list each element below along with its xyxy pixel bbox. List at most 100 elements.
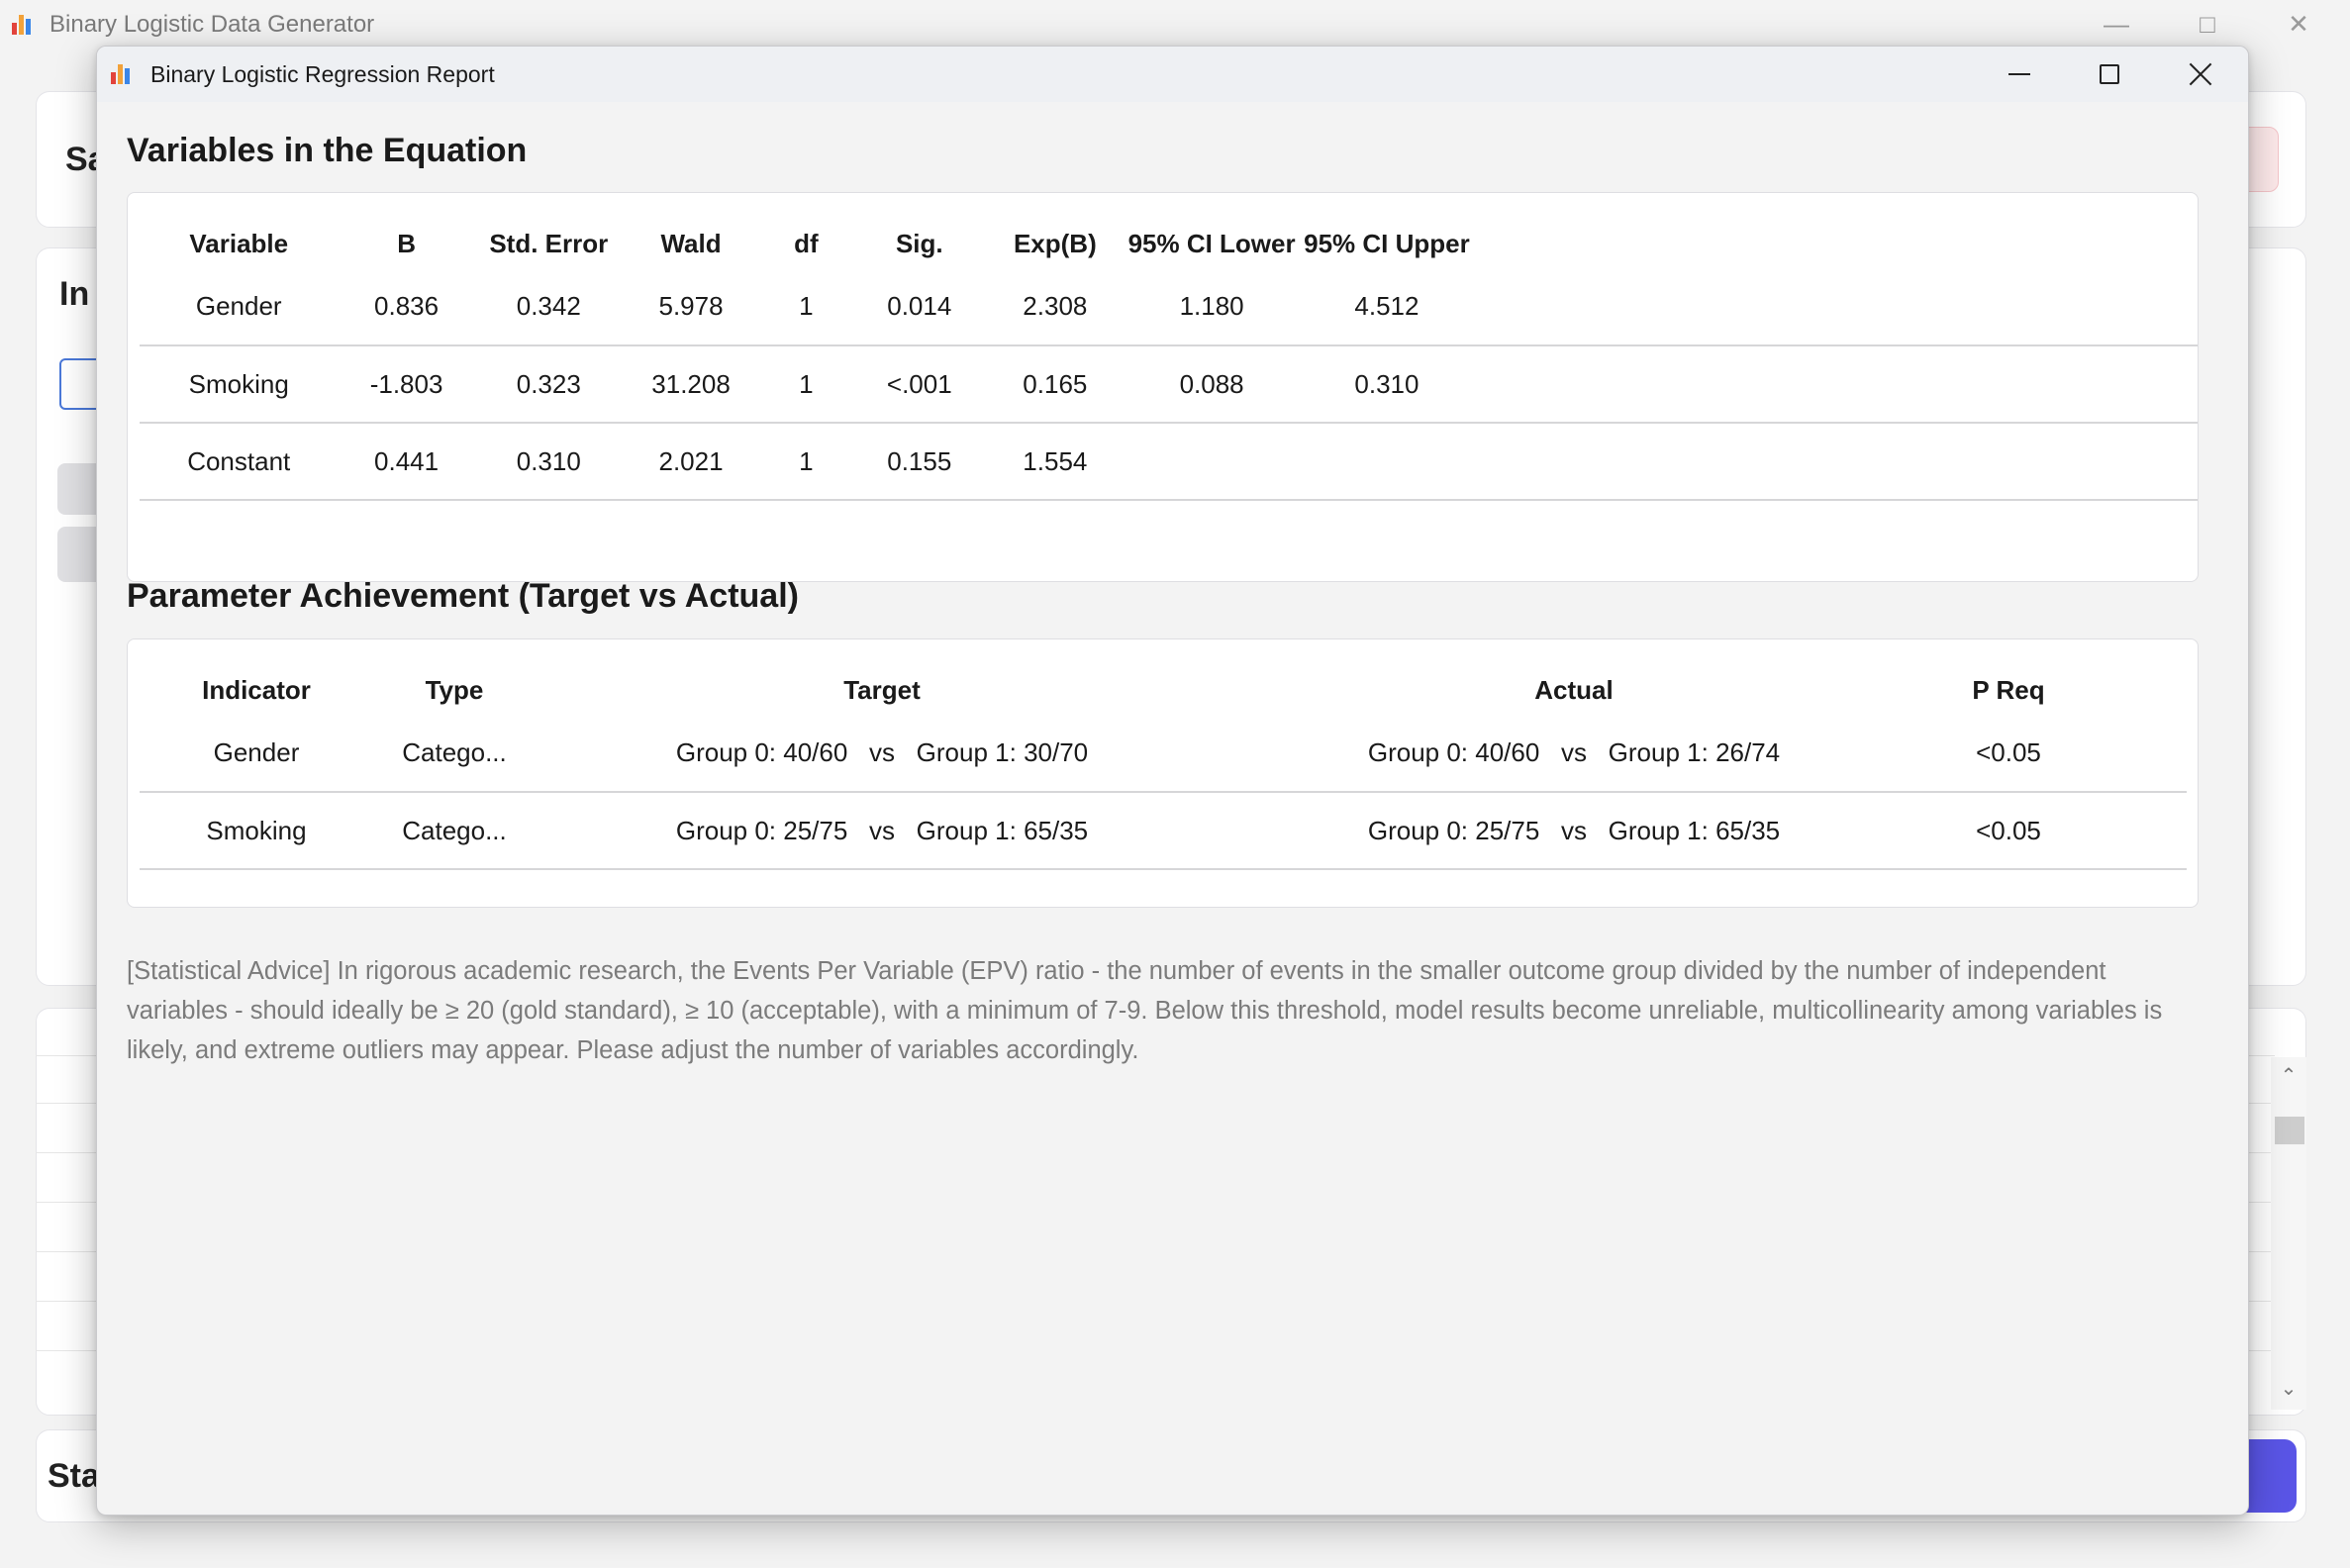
column-header: Std. Error bbox=[489, 228, 609, 258]
column-header: Indicator bbox=[202, 674, 311, 705]
table-cell: <.001 bbox=[852, 345, 987, 424]
table-cell: 4.512 bbox=[1299, 268, 1475, 346]
table-cell: 0.310 bbox=[1299, 345, 1475, 424]
bg-partial-label-3: Sta bbox=[48, 1457, 100, 1495]
table-row: Smoking -1.803 0.323 31.208 1 <.001 0.16… bbox=[140, 345, 2198, 424]
statistical-advice-text: [Statistical Advice] In rigorous academi… bbox=[127, 957, 2163, 1064]
table-cell-filler bbox=[2098, 659, 2187, 715]
target-cell: Group 0: 40/60 vs Group 1: 30/70 bbox=[536, 715, 1228, 793]
equation-header-row: Variable B Std. Error Wald df Sig. Exp(B… bbox=[140, 213, 2198, 268]
equation-panel: Variable B Std. Error Wald df Sig. Exp(B… bbox=[127, 192, 2199, 582]
main-titlebar: Binary Logistic Data Generator — □ ✕ bbox=[0, 0, 2350, 48]
column-header: Sig. bbox=[895, 228, 943, 258]
table-cell: Smoking bbox=[140, 792, 373, 870]
table-cell: 5.978 bbox=[622, 268, 760, 346]
scroll-down-icon[interactable]: ⌄ bbox=[2271, 1376, 2306, 1401]
table-cell: 0.323 bbox=[474, 345, 623, 424]
main-maximize-button[interactable]: □ bbox=[2178, 4, 2237, 44]
table-cell: 2.308 bbox=[986, 268, 1125, 346]
actual-cell: Group 0: 25/75 vs Group 1: 65/35 bbox=[1228, 792, 1919, 870]
maximize-icon bbox=[2100, 64, 2119, 84]
table-cell: Gender bbox=[140, 715, 373, 793]
column-header: Exp(B) bbox=[1013, 228, 1097, 258]
table-row: Constant 0.441 0.310 2.021 1 0.155 1.554 bbox=[140, 423, 2198, 501]
bg-scrollbar[interactable]: ⌃ ⌄ bbox=[2271, 1057, 2306, 1410]
column-header: B bbox=[397, 228, 416, 258]
main-minimize-button[interactable]: — bbox=[2087, 4, 2146, 44]
table-cell: 0.441 bbox=[338, 423, 475, 501]
table-row: Gender Catego... Group 0: 40/60 vs Group… bbox=[140, 715, 2187, 793]
column-header: P Req bbox=[1972, 674, 2045, 705]
table-cell: Smoking bbox=[140, 345, 339, 424]
dialog-titlebar[interactable]: Binary Logistic Regression Report bbox=[97, 47, 2248, 102]
achievement-section-title: Parameter Achievement (Target vs Actual) bbox=[127, 577, 799, 615]
app-chart-icon bbox=[12, 13, 31, 35]
column-header: Actual bbox=[1534, 674, 1614, 705]
dialog-title: Binary Logistic Regression Report bbox=[150, 61, 495, 87]
table-cell: Catego... bbox=[373, 792, 536, 870]
equation-section-title: Variables in the Equation bbox=[127, 132, 528, 169]
table-cell bbox=[1124, 423, 1300, 501]
bg-partial-label-2: In bbox=[59, 275, 90, 313]
group-1-value: Group 1: 30/70 bbox=[916, 737, 1089, 767]
table-cell-filler bbox=[1474, 268, 2198, 346]
table-row: Gender 0.836 0.342 5.978 1 0.014 2.308 1… bbox=[140, 268, 2198, 346]
table-cell: 0.014 bbox=[852, 268, 987, 346]
dialog-minimize-button[interactable] bbox=[1985, 52, 2054, 96]
table-cell: Catego... bbox=[373, 715, 536, 793]
group-0-value: Group 0: 40/60 bbox=[675, 737, 848, 767]
actual-cell: Group 0: 40/60 vs Group 1: 26/74 bbox=[1228, 715, 1919, 793]
table-cell: 0.088 bbox=[1124, 345, 1300, 424]
table-cell: 0.836 bbox=[338, 268, 475, 346]
table-cell: <0.05 bbox=[1919, 715, 2098, 793]
scroll-thumb[interactable] bbox=[2275, 1117, 2304, 1144]
minimize-icon bbox=[2008, 73, 2030, 75]
group-1-value: Group 1: 26/74 bbox=[1608, 737, 1781, 767]
column-header: Variable bbox=[189, 228, 289, 258]
main-close-button[interactable]: ✕ bbox=[2269, 4, 2328, 44]
report-dialog: Binary Logistic Regression Report Variab… bbox=[96, 46, 2249, 1516]
vs-label: vs bbox=[869, 737, 895, 767]
column-header: Type bbox=[425, 674, 484, 705]
close-icon bbox=[2189, 62, 2212, 86]
column-header: 95% CI Lower bbox=[1127, 228, 1296, 258]
group-1-value: Group 1: 65/35 bbox=[916, 815, 1089, 845]
table-cell: 1.554 bbox=[986, 423, 1125, 501]
column-header: 95% CI Upper bbox=[1304, 228, 1470, 258]
table-cell: Gender bbox=[140, 268, 339, 346]
main-window-title: Binary Logistic Data Generator bbox=[49, 11, 375, 38]
dialog-maximize-button[interactable] bbox=[2075, 52, 2144, 96]
dialog-close-button[interactable] bbox=[2166, 52, 2235, 96]
achievement-table: Indicator Type Target Actual P Req Gende… bbox=[140, 659, 2187, 870]
table-cell: Constant bbox=[140, 423, 339, 501]
group-1-value: Group 1: 65/35 bbox=[1608, 815, 1781, 845]
vs-label: vs bbox=[1561, 815, 1587, 845]
table-cell-filler bbox=[2098, 792, 2187, 870]
scroll-up-icon[interactable]: ⌃ bbox=[2271, 1063, 2306, 1088]
column-header: Target bbox=[843, 674, 921, 705]
column-header: df bbox=[794, 228, 819, 258]
target-cell: Group 0: 25/75 vs Group 1: 65/35 bbox=[536, 792, 1228, 870]
table-cell: 0.165 bbox=[986, 345, 1125, 424]
achievement-panel: Indicator Type Target Actual P Req Gende… bbox=[127, 638, 2199, 908]
table-cell: 0.310 bbox=[474, 423, 623, 501]
vs-label: vs bbox=[869, 815, 895, 845]
vs-label: vs bbox=[1561, 737, 1587, 767]
table-cell-filler bbox=[1474, 345, 2198, 424]
table-cell: 0.155 bbox=[852, 423, 987, 501]
app-chart-icon bbox=[111, 62, 130, 84]
group-0-value: Group 0: 25/75 bbox=[1367, 815, 1540, 845]
table-cell: 1 bbox=[759, 345, 853, 424]
table-cell: 1 bbox=[759, 423, 853, 501]
column-header: Wald bbox=[660, 228, 722, 258]
table-cell: 31.208 bbox=[622, 345, 760, 424]
group-0-value: Group 0: 25/75 bbox=[675, 815, 848, 845]
achievement-header-row: Indicator Type Target Actual P Req bbox=[140, 659, 2187, 715]
table-row: Smoking Catego... Group 0: 25/75 vs Grou… bbox=[140, 792, 2187, 870]
table-cell: 2.021 bbox=[622, 423, 760, 501]
table-cell-filler bbox=[1474, 423, 2198, 501]
table-cell: <0.05 bbox=[1919, 792, 2098, 870]
table-cell: 0.342 bbox=[474, 268, 623, 346]
table-cell-filler bbox=[2098, 715, 2187, 793]
table-cell: 1.180 bbox=[1124, 268, 1300, 346]
